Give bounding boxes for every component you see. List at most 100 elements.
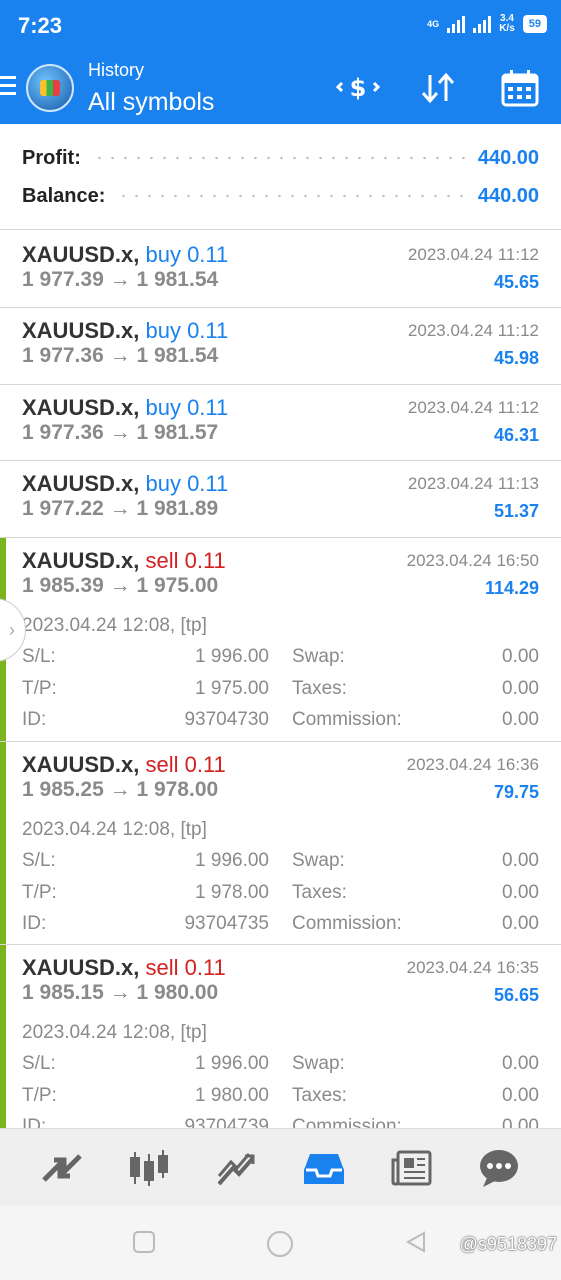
arrow-icon: → (109, 421, 131, 444)
signal-icon (447, 15, 466, 33)
tp-label: T/P: (22, 677, 57, 699)
deal-time: 2023.04.24 11:12 (407, 398, 539, 417)
app-bar: History All symbols $ (0, 52, 561, 124)
commission-value: 0.00 (502, 709, 539, 730)
deal-symbol: XAUUSD.x, buy 0.11 (22, 471, 229, 496)
deal-open-time: 2023.04.24 12:08, [tp] (22, 819, 207, 840)
bottom-nav (0, 1128, 561, 1206)
id-value: 93704730 (184, 709, 269, 730)
tp-value: 1 980.00 (195, 1084, 269, 1106)
deal-prices: 1 977.36 → 1 981.54 (22, 344, 219, 367)
deal-profit: 79.75 (493, 782, 539, 802)
watermark: @s9518397 (459, 1234, 557, 1254)
swap-value: 0.00 (502, 1053, 539, 1074)
commission-label: Commission: (292, 709, 402, 730)
profit-value: 440.00 (477, 146, 539, 169)
deal-time: 2023.04.24 16:36 (406, 755, 539, 774)
tp-value: 1 978.00 (195, 881, 269, 903)
swap-value: 0.00 (502, 850, 539, 871)
deal-time: 2023.04.24 16:50 (406, 551, 539, 570)
deal-side: sell 0.11 (145, 752, 226, 777)
deal-symbol: XAUUSD.x, sell 0.11 (22, 548, 226, 573)
sl-label: S/L: (22, 646, 56, 667)
tp-label: T/P: (22, 881, 57, 903)
chart-icon[interactable] (121, 1140, 177, 1196)
arrow-icon: → (109, 497, 131, 520)
list-item-expanded[interactable]: XAUUSD.x, sell 0.11 1 985.15 → 1 980.00 … (0, 945, 561, 1128)
page-title[interactable]: All symbols (88, 88, 214, 117)
commission-label: Commission: (292, 1116, 402, 1128)
taxes-value: 0.00 (502, 677, 539, 699)
commission-label: Commission: (292, 913, 402, 934)
expanded-marker (0, 945, 6, 1128)
deal-details: S/L: 1 996.00 Swap: 0.00 T/P: 1 978.00 Taxes:… (22, 850, 539, 945)
currency-filter-icon[interactable]: $ (336, 68, 380, 108)
deal-prices: 1 977.36 → 1 981.57 (22, 421, 219, 444)
deal-symbol: XAUUSD.x, buy 0.11 (22, 242, 229, 267)
deal-side: buy 0.11 (145, 395, 229, 420)
menu-icon[interactable] (0, 76, 16, 98)
back-button[interactable] (404, 1230, 428, 1259)
taxes-value: 0.00 (502, 1084, 539, 1106)
recent-apps-button[interactable] (132, 1230, 156, 1259)
deal-profit: 46.31 (493, 425, 539, 445)
deal-profit: 45.98 (493, 348, 539, 368)
profit-label: Profit: (22, 146, 81, 169)
id-label: ID: (22, 709, 47, 730)
swap-label: Swap: (292, 646, 345, 667)
deal-symbol: XAUUSD.x, buy 0.11 (22, 318, 229, 343)
deal-side: sell 0.11 (145, 955, 226, 980)
history-icon[interactable] (296, 1140, 352, 1196)
news-icon[interactable] (384, 1140, 440, 1196)
deal-prices: 1 977.22 → 1 981.89 (22, 497, 219, 520)
deal-side: sell 0.11 (145, 548, 226, 573)
quotes-icon[interactable] (34, 1140, 90, 1196)
deal-details: S/L: 1 996.00 Swap: 0.00 T/P: 1 975.00 Taxes:… (22, 646, 539, 741)
list-item[interactable]: XAUUSD.x, buy 0.11 1 977.39 → 1 981.54 2… (0, 232, 561, 308)
balance-row: Balance: 440.00 (22, 182, 539, 210)
trade-icon[interactable] (209, 1140, 265, 1196)
list-item-expanded[interactable]: XAUUSD.x, sell 0.11 1 985.25 → 1 978.00 … (0, 742, 561, 945)
deal-side: buy 0.11 (145, 471, 229, 496)
swap-label: Swap: (292, 850, 345, 871)
history-summary: Profit: 440.00 Balance: 440.00 (0, 124, 561, 230)
sort-icon[interactable] (416, 68, 460, 108)
id-value: 93704739 (184, 1116, 269, 1128)
deal-symbol: XAUUSD.x, sell 0.11 (22, 955, 226, 980)
taxes-value: 0.00 (502, 881, 539, 903)
deal-prices: 1 985.39 → 1 975.00 (22, 574, 219, 597)
chat-icon[interactable] (471, 1140, 527, 1196)
deal-side: buy 0.11 (145, 242, 229, 267)
swap-label: Swap: (292, 1053, 345, 1074)
commission-value: 0.00 (502, 913, 539, 934)
status-time: 7:23 (18, 13, 63, 38)
arrow-icon: → (109, 778, 131, 801)
deal-symbol: XAUUSD.x, buy 0.11 (22, 395, 229, 420)
arrow-icon: → (109, 981, 131, 1004)
list-item[interactable]: XAUUSD.x, buy 0.11 1 977.36 → 1 981.57 2… (0, 385, 561, 461)
sl-value: 1 996.00 (195, 1053, 269, 1074)
expanded-marker (0, 742, 6, 944)
sl-label: S/L: (22, 1053, 56, 1074)
balance-label: Balance: (22, 184, 106, 207)
app-logo[interactable] (26, 64, 74, 112)
sl-label: S/L: (22, 850, 56, 871)
deal-profit: 51.37 (493, 501, 539, 521)
swap-value: 0.00 (502, 646, 539, 667)
deal-profit: 45.65 (493, 272, 539, 292)
dots-divider (117, 194, 466, 198)
list-item-expanded[interactable]: XAUUSD.x, sell 0.11 1 985.39 → 1 975.00 … (0, 538, 561, 742)
list-item[interactable]: XAUUSD.x, buy 0.11 1 977.36 → 1 981.54 2… (0, 308, 561, 385)
list-item[interactable]: XAUUSD.x, buy 0.11 1 977.22 → 1 981.89 2… (0, 461, 561, 538)
signal-2-icon (473, 15, 492, 33)
svg-text:$: $ (350, 74, 367, 102)
arrow-icon: → (109, 574, 131, 597)
deal-side: buy 0.11 (145, 318, 229, 343)
home-button[interactable] (266, 1230, 294, 1263)
sl-value: 1 996.00 (195, 850, 269, 871)
profit-row: Profit: 440.00 (22, 144, 539, 172)
page-subtitle: History (88, 60, 145, 80)
taxes-label: Taxes: (292, 1084, 347, 1106)
deal-profit: 56.65 (493, 985, 539, 1005)
calendar-icon[interactable] (498, 68, 542, 108)
